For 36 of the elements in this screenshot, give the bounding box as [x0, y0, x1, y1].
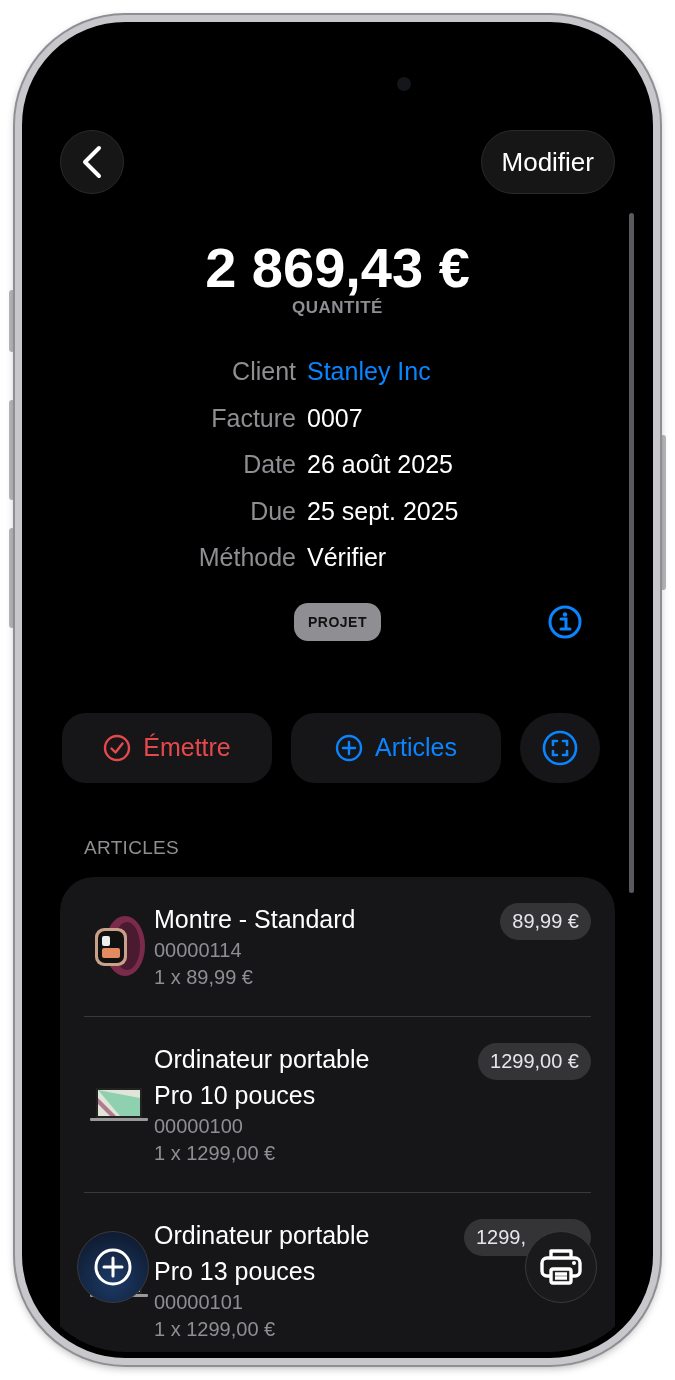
detail-value: 26 août 2025 [307, 449, 454, 480]
item-quantity: 1 x 1299,00 € [154, 1316, 277, 1342]
detail-label: Client [231, 356, 296, 387]
total-label: QUANTITÉ [291, 298, 384, 318]
detail-link[interactable]: Stanley Inc [307, 348, 431, 395]
chevron-left-icon [81, 145, 103, 179]
item-quantity: 1 x 89,99 € [154, 964, 254, 990]
item-name: Montre - Standard [154, 903, 357, 935]
plus-circle-icon [93, 1247, 133, 1287]
item-code: 00000114 [154, 937, 243, 963]
detail-label: Date [242, 449, 296, 480]
plus-circle-icon [335, 733, 363, 762]
scan-icon [542, 729, 578, 766]
detail-label: Facture [210, 402, 296, 434]
printer-icon [540, 1248, 582, 1286]
total-amount: 2 869,43 € [204, 236, 471, 299]
detail-label: Méthode [197, 542, 296, 573]
section-header: ARTICLES [84, 836, 180, 859]
detail-value: 25 sept. 2025 [307, 495, 460, 527]
detail-value: 0007 [307, 402, 364, 434]
issue-button[interactable]: Émettre [62, 712, 272, 783]
detail-value: Vérifier [307, 542, 388, 573]
item-code: 00000100 [154, 1113, 244, 1139]
detail-label: Due [249, 495, 296, 527]
item-name: Ordinateur portable Pro 10 pouces [154, 1043, 371, 1111]
price-tag: 1299,00 € [478, 1042, 591, 1080]
info-icon[interactable] [548, 604, 582, 639]
check-circle-icon [103, 733, 132, 762]
status-badge: PROJET [294, 602, 381, 641]
edit-button[interactable]: Modifier [480, 130, 615, 194]
camera-dot [397, 77, 411, 91]
item-name: Ordinateur portable Pro 13 pouces [154, 1219, 371, 1287]
item-quantity: 1 x 1299,00 € [154, 1140, 277, 1166]
item-code: 00000101 [154, 1289, 244, 1315]
add-items-button[interactable]: Articles [291, 712, 501, 783]
price-tag: 89,99 € [500, 902, 591, 940]
